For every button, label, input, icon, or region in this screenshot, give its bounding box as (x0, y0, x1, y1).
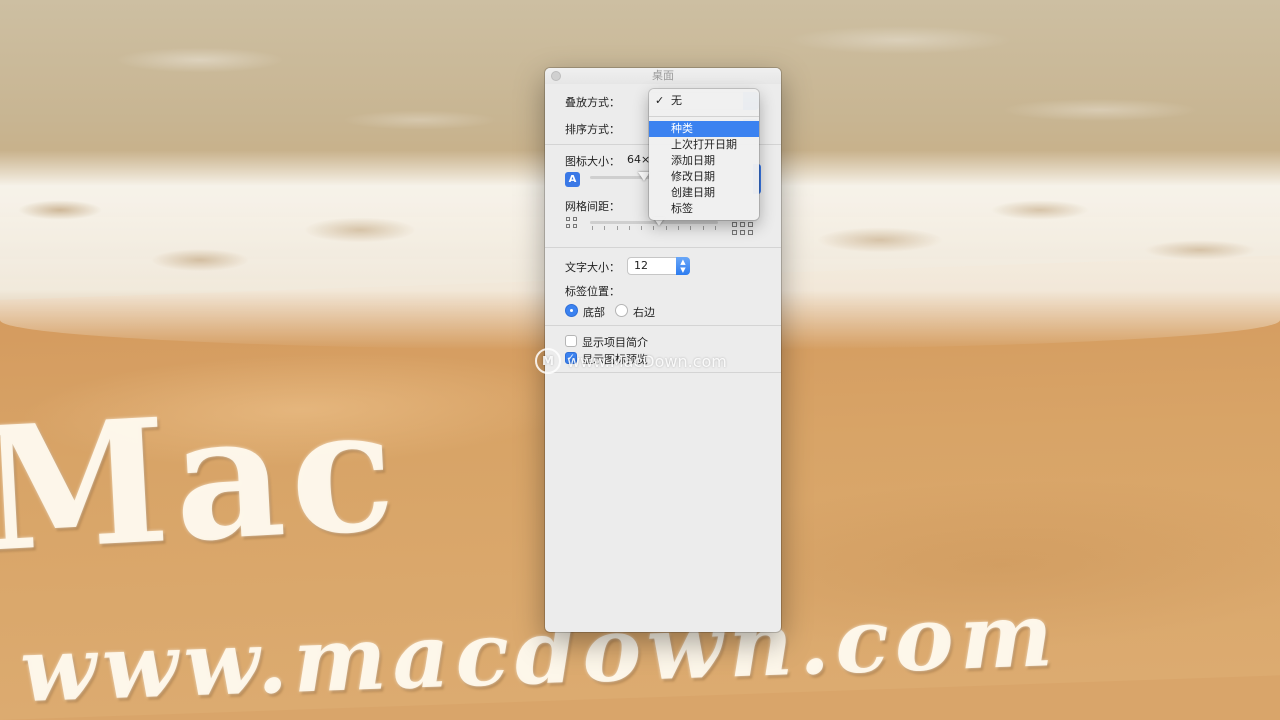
menu-item-date-modified[interactable]: 修改日期 (649, 169, 759, 185)
radio-right-label[interactable]: 右边 (633, 304, 655, 320)
menu-item-date-created[interactable]: 创建日期 (649, 185, 759, 201)
menu-item-date-last-opened[interactable]: 上次打开日期 (649, 137, 759, 153)
section-divider (545, 325, 781, 326)
text-size-value: 12 (634, 259, 648, 272)
radio-bottom-label[interactable]: 底部 (583, 304, 605, 320)
text-size-select[interactable]: 12 ▲ ▼ (627, 257, 690, 275)
text-size-label: 文字大小： (565, 261, 620, 274)
grid-spacing-ticks (592, 226, 716, 230)
large-grid-icon (732, 222, 753, 235)
menu-item-none[interactable]: ✓ 无 (649, 93, 759, 109)
small-grid-icon (566, 217, 577, 228)
sand-writing-logo: Mac (0, 369, 405, 591)
grid-spacing-label: 网格间距： (565, 200, 620, 213)
close-button[interactable] (551, 71, 561, 81)
checkmark-icon: ✓ (655, 94, 665, 107)
watermark: M www.MacDown.com (535, 348, 727, 374)
stepper-arrows-icon: ▲ ▼ (676, 257, 690, 275)
menu-item-tags[interactable]: 标签 (649, 201, 759, 217)
show-item-info-checkbox[interactable] (565, 335, 577, 347)
small-icon-size-icon: A (565, 172, 580, 187)
menu-separator (649, 116, 759, 117)
menu-item-kind[interactable]: 种类 (649, 121, 759, 137)
sort-by-label: 排序方式： (565, 123, 620, 136)
menu-item-date-added[interactable]: 添加日期 (649, 153, 759, 169)
radio-bottom[interactable] (565, 304, 578, 317)
window-title: 桌面 (652, 69, 674, 82)
watermark-logo-icon: M (535, 348, 561, 374)
stack-by-label: 叠放方式： (565, 96, 620, 109)
icon-size-value: 64× (627, 153, 651, 166)
window-titlebar[interactable]: 桌面 (545, 68, 781, 84)
radio-right[interactable] (615, 304, 628, 317)
icon-size-label: 图标大小： (565, 155, 620, 168)
label-position-label: 标签位置： (565, 285, 620, 298)
stack-by-menu: ✓ 无 种类 上次打开日期 添加日期 修改日期 创建日期 标签 (649, 89, 759, 220)
watermark-text: www.MacDown.com (567, 351, 727, 371)
section-divider (545, 247, 781, 248)
